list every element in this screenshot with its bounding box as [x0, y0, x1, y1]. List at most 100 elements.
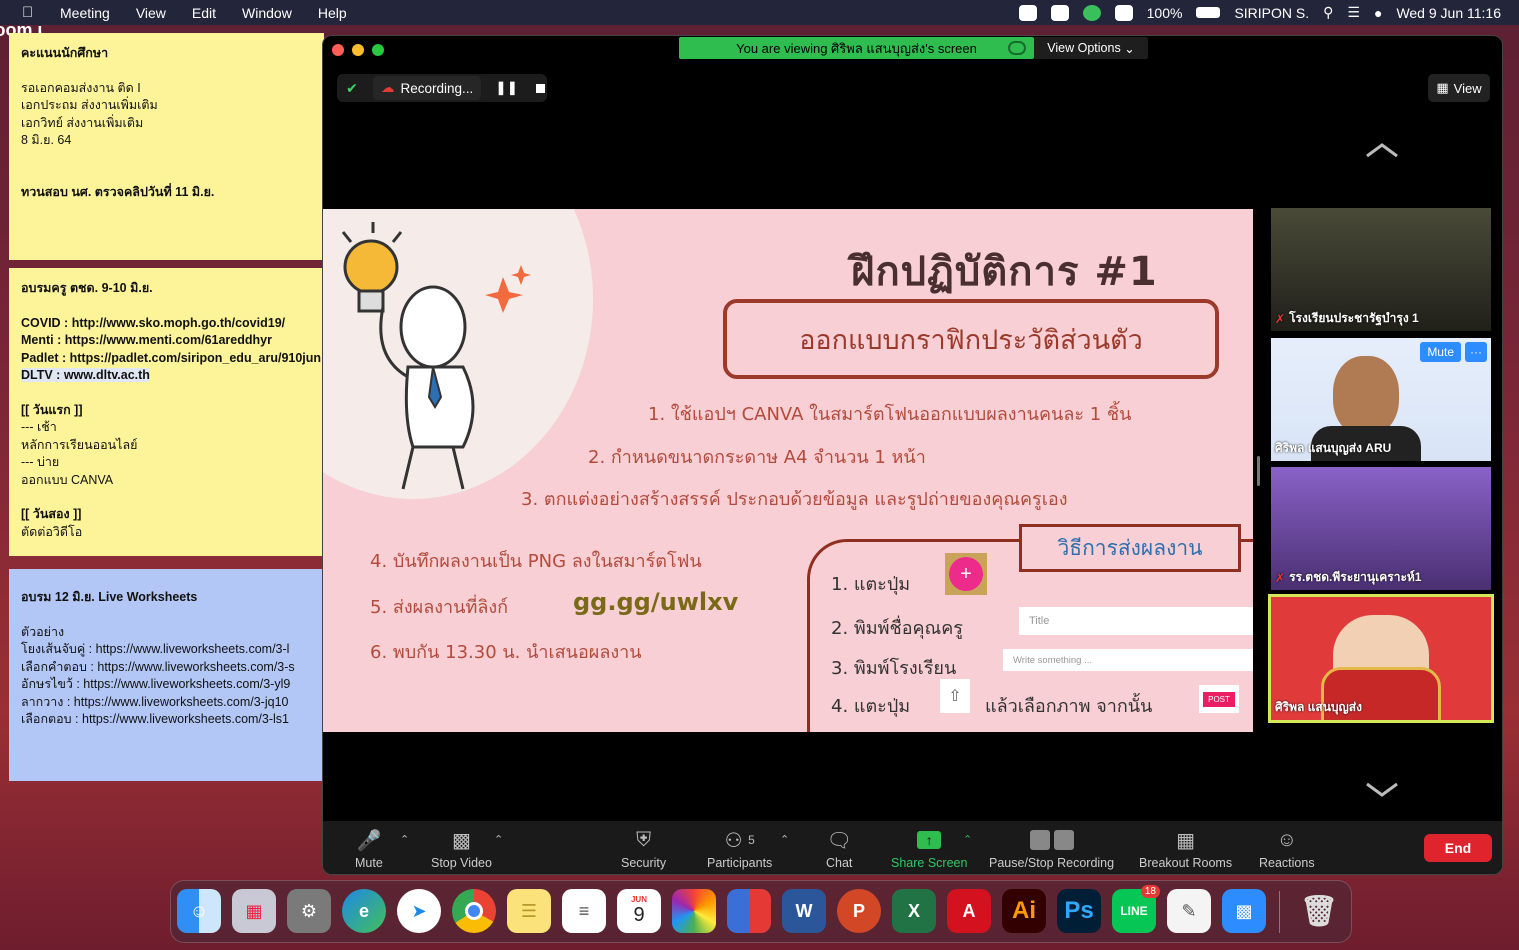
pause-stop-icon — [1029, 827, 1074, 853]
reactions-button[interactable]: ☺ Reactions — [1259, 827, 1315, 871]
view-layout-button[interactable]: ▦ View — [1428, 74, 1490, 102]
participant-tile[interactable]: ✗ โรงเรียนประชารัฐบำรุง 1 — [1271, 208, 1491, 331]
note-line: โยงเส้นจับคู่ : https://www.liveworkshee… — [21, 642, 290, 656]
trash-icon[interactable]: 🗑 — [1297, 889, 1341, 933]
calendar-icon[interactable]: JUN 9 — [617, 889, 661, 933]
sticky-note-liveworksheets[interactable]: อบรม 12 มิ.ย. Live Worksheets ตัวอย่าง โ… — [9, 569, 324, 781]
mic-muted-icon: ✗ — [1275, 570, 1286, 585]
edge-icon[interactable]: e — [342, 889, 386, 933]
mute-participant-button[interactable]: Mute — [1420, 342, 1461, 362]
slide-item-2: 2. กำหนดขนาดกระดาษ A4 จำนวน 1 หน้า — [588, 447, 926, 468]
note-line: เอกวิทย์ ส่งงานเพิ่มเติม — [21, 115, 144, 130]
clock[interactable]: Wed 9 Jun 11:16 — [1396, 5, 1501, 21]
slide-item-6: 6. พบกัน 13.30 น. นำเสนอผลงาน — [370, 642, 642, 663]
pause-stop-recording-button[interactable]: Pause/Stop Recording — [989, 827, 1114, 870]
submit-step-4b: แล้วเลือกภาพ จากนั้น — [985, 696, 1153, 717]
participant-tile[interactable]: Mute ··· ศิริพล แสนบุญส่ง ARU — [1271, 338, 1491, 461]
stop-recording-icon[interactable] — [535, 83, 545, 93]
dock-separator — [1279, 891, 1280, 933]
launchpad-icon[interactable]: ▦ — [232, 889, 276, 933]
sticky-note-training[interactable]: อบรมครู ตชด. 9-10 มิ.ย. COVID : http://w… — [9, 268, 324, 556]
spotlight-search-icon[interactable]: ⚲ — [1323, 4, 1333, 21]
note-line: หลักการเรียนออนไลย์ — [21, 437, 138, 452]
participant-tile-active-speaker[interactable]: ศิริพล แสนบุญส่ง — [1268, 594, 1494, 723]
drive-status-icon[interactable] — [1050, 4, 1069, 21]
security-button[interactable]: ⛨ Security — [621, 827, 666, 871]
scroll-down-chevron-icon[interactable] — [1365, 782, 1399, 798]
user-name[interactable]: SIRIPON S. — [1234, 5, 1309, 21]
minimize-window-button[interactable] — [352, 44, 364, 56]
excel-icon[interactable]: X — [892, 889, 936, 933]
microphone-icon: 🎤 — [356, 829, 382, 852]
note-line: Padlet : https://padlet.com/siripon_edu_… — [21, 350, 322, 365]
word-icon[interactable]: W — [782, 889, 826, 933]
video-options-caret-icon[interactable]: ⌃ — [494, 833, 503, 846]
view-options-button[interactable]: View Options ⌄ — [1034, 37, 1148, 59]
breakout-rooms-button[interactable]: ▦ Breakout Rooms — [1139, 827, 1232, 871]
photos-icon[interactable] — [672, 889, 716, 933]
notion-status-icon[interactable] — [1114, 4, 1133, 21]
participant-tile[interactable]: ✗ รร.ตชด.พีระยานุเคราะห์1 — [1271, 467, 1491, 590]
line-icon[interactable]: LINE 18 — [1112, 885, 1160, 933]
system-preferences-icon[interactable]: ⚙ — [287, 889, 331, 933]
photoshop-icon[interactable]: Ps — [1057, 889, 1101, 933]
sticky-note-scores[interactable]: คะแนนนักศึกษา รอเอกคอมส่งงาน ติด I เอกปร… — [9, 33, 324, 260]
illustrator-icon[interactable]: Ai — [1002, 889, 1046, 933]
participants-icon: ⚇ — [724, 829, 743, 852]
menu-window[interactable]: Window — [242, 5, 292, 21]
textedit-icon[interactable]: ✎ — [1167, 889, 1211, 933]
pause-recording-icon[interactable]: ❚❚ — [495, 80, 518, 96]
slide-item-5: 5. ส่งผลงานที่ลิงก์ — [370, 597, 509, 618]
note-line: เอกประถม ส่งงานเพิ่มเติม — [21, 98, 158, 112]
mute-button[interactable]: 🎤 Mute — [355, 827, 383, 871]
menu-meeting[interactable]: Meeting — [60, 5, 110, 21]
battery-percent: 100% — [1146, 4, 1183, 21]
powerpoint-icon[interactable]: P — [837, 889, 881, 933]
share-options-caret-icon[interactable]: ⌃ — [963, 833, 972, 846]
chrome-icon[interactable] — [452, 889, 496, 933]
more-options-button[interactable]: ··· — [1465, 342, 1487, 362]
stop-video-button[interactable]: ▩ Stop Video — [431, 827, 492, 871]
note-line: --- บ่าย — [21, 455, 60, 469]
participants-options-caret-icon[interactable]: ⌃ — [780, 833, 789, 846]
line-status-icon[interactable] — [1082, 4, 1101, 21]
participant-face — [1333, 356, 1399, 436]
siri-icon[interactable]: ● — [1374, 5, 1382, 21]
notes-icon[interactable]: ☰ — [507, 889, 551, 933]
zoom-icon[interactable]: ▩ — [1222, 889, 1266, 933]
lightbulb-person-illustration — [341, 222, 531, 490]
end-meeting-button[interactable]: End — [1424, 834, 1492, 862]
note-line: ทวนสอบ นศ. ตรวจคลิปวันที่ 11 มิ.ย. — [21, 184, 215, 199]
smiley-plus-icon: ☺ — [1276, 828, 1297, 851]
close-window-button[interactable] — [332, 44, 344, 56]
mic-muted-icon: ✗ — [1275, 311, 1286, 326]
menu-edit[interactable]: Edit — [192, 5, 216, 21]
security-shield-icon[interactable]: ✔ — [341, 77, 363, 99]
zoom-status-icon[interactable] — [1018, 4, 1037, 21]
scroll-up-chevron-icon[interactable] — [1365, 142, 1399, 158]
participants-button[interactable]: ⚇ 5 Participants — [707, 827, 772, 871]
audio-options-caret-icon[interactable]: ⌃ — [400, 833, 409, 846]
note-line: ออกแบบ CANVA — [21, 472, 114, 487]
note-line: [[ วันสอง ]] — [21, 507, 82, 521]
share-screen-button[interactable]: ↑ Share Screen — [891, 827, 967, 870]
zoom-window-button[interactable] — [372, 44, 384, 56]
acrobat-icon[interactable]: A — [947, 889, 991, 933]
note-heading: อบรม 12 มิ.ย. Live Worksheets — [21, 590, 198, 604]
chat-button[interactable]: 🗨 Chat — [826, 827, 852, 871]
control-center-icon[interactable]: ☰ — [1347, 4, 1360, 21]
menu-help[interactable]: Help — [318, 5, 347, 21]
reminders-icon[interactable]: ≡ — [562, 889, 606, 933]
menu-view[interactable]: View — [136, 5, 166, 21]
note-line: เลือกคำตอบ : https://www.liveworksheets.… — [21, 659, 295, 674]
safari-icon[interactable]: ➤ — [397, 889, 441, 933]
panel-resize-handle[interactable] — [1257, 456, 1260, 486]
note-line: ตัวอย่าง — [21, 624, 65, 639]
recording-bar: ✔ ☁ Recording... ❚❚ — [337, 74, 547, 102]
cloud-icon — [1008, 41, 1026, 55]
slide-submit-link: gg.gg/uwlxv — [573, 588, 739, 616]
battery-icon[interactable] — [1196, 7, 1221, 18]
note-line: เลือกตอบ : https://www.liveworksheets.co… — [21, 712, 289, 726]
finder-icon[interactable]: ☺ — [177, 889, 221, 933]
parallels-icon[interactable] — [727, 889, 771, 933]
